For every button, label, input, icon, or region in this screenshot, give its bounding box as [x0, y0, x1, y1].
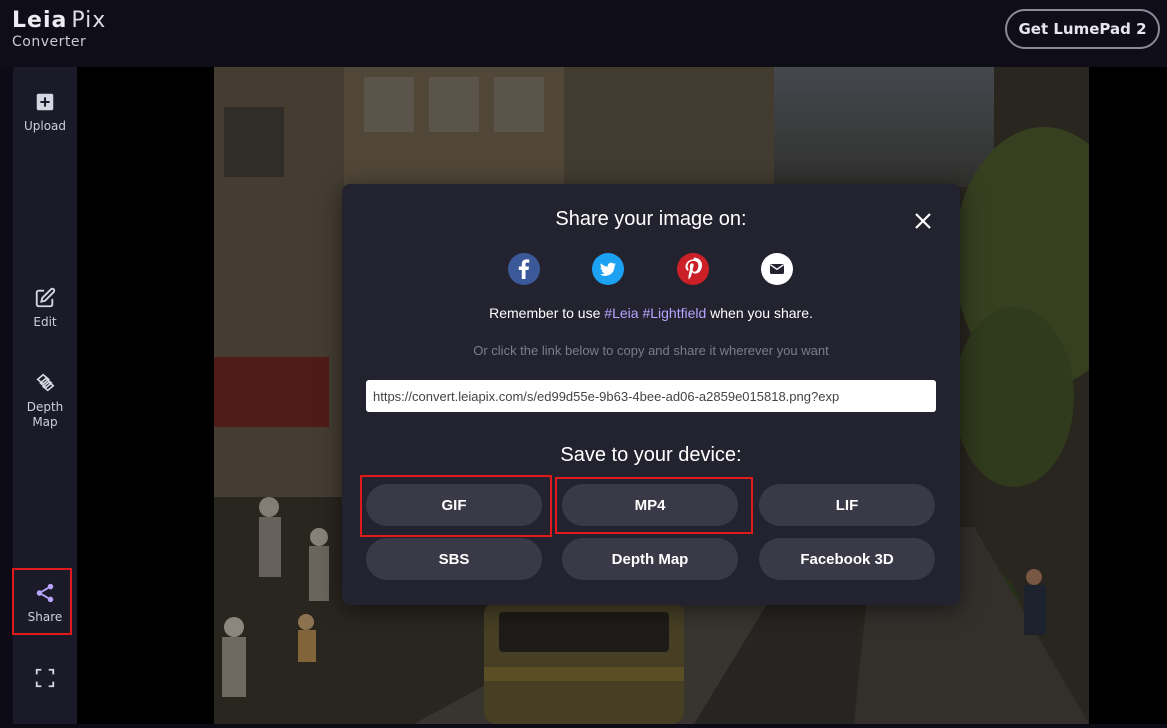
logo-leia: Leia [12, 8, 68, 33]
pinterest-share-button[interactable] [677, 253, 709, 285]
reminder-prefix: Remember to use [489, 305, 605, 321]
app-header: Leia Pix Converter Get LumePad 2 [0, 0, 1167, 67]
share-highlight-box [12, 568, 72, 635]
fullscreen-icon [35, 668, 55, 688]
hashtag-lightfield: #Lightfield [642, 305, 707, 321]
sidebar-item-upload[interactable]: Upload [13, 91, 77, 134]
sidebar-item-edit[interactable]: Edit [13, 287, 77, 330]
sidebar-item-label: Edit [33, 315, 57, 329]
edit-icon [35, 287, 56, 308]
logo[interactable]: Leia Pix Converter [12, 8, 106, 50]
gif-highlight-box [360, 475, 552, 537]
logo-pix: Pix [71, 8, 107, 33]
close-icon [915, 213, 931, 229]
email-share-button[interactable] [761, 253, 793, 285]
reminder-suffix: when you share. [706, 305, 813, 321]
download-facebook-3d-button[interactable]: Facebook 3D [759, 538, 935, 580]
logo-wordmark: Leia Pix [12, 8, 106, 33]
twitter-share-button[interactable] [592, 253, 624, 285]
twitter-icon [600, 262, 616, 276]
hashtag-reminder: Remember to use #Leia #Lightfield when y… [342, 305, 960, 321]
mp4-highlight-box [555, 477, 753, 534]
layers-icon [36, 373, 55, 392]
get-lumepad-button[interactable]: Get LumePad 2 [1005, 9, 1160, 49]
download-lif-button[interactable]: LIF [759, 484, 935, 526]
download-sbs-button[interactable]: SBS [366, 538, 542, 580]
close-button[interactable] [912, 210, 934, 232]
facebook-share-button[interactable] [508, 253, 540, 285]
plus-square-icon [36, 93, 54, 111]
share-link-input[interactable] [366, 380, 936, 412]
pinterest-icon [685, 257, 702, 280]
logo-subtitle: Converter [12, 34, 87, 50]
copy-link-hint: Or click the link below to copy and shar… [473, 343, 829, 358]
email-icon [770, 264, 784, 274]
facebook-icon [518, 259, 530, 279]
hashtag-leia: #Leia [604, 305, 639, 321]
sidebar-item-label: Upload [23, 119, 67, 133]
sidebar-item-fullscreen[interactable] [13, 667, 77, 695]
save-section-title: Save to your device: [560, 444, 742, 466]
download-depth-map-button[interactable]: Depth Map [562, 538, 738, 580]
share-modal: Share your image on: Remember to use #Le… [342, 184, 960, 605]
sidebar-item-depth-map[interactable]: Depth Map [13, 372, 77, 430]
sidebar-item-label: Depth Map [26, 400, 64, 429]
modal-title: Share your image on: [555, 208, 747, 230]
